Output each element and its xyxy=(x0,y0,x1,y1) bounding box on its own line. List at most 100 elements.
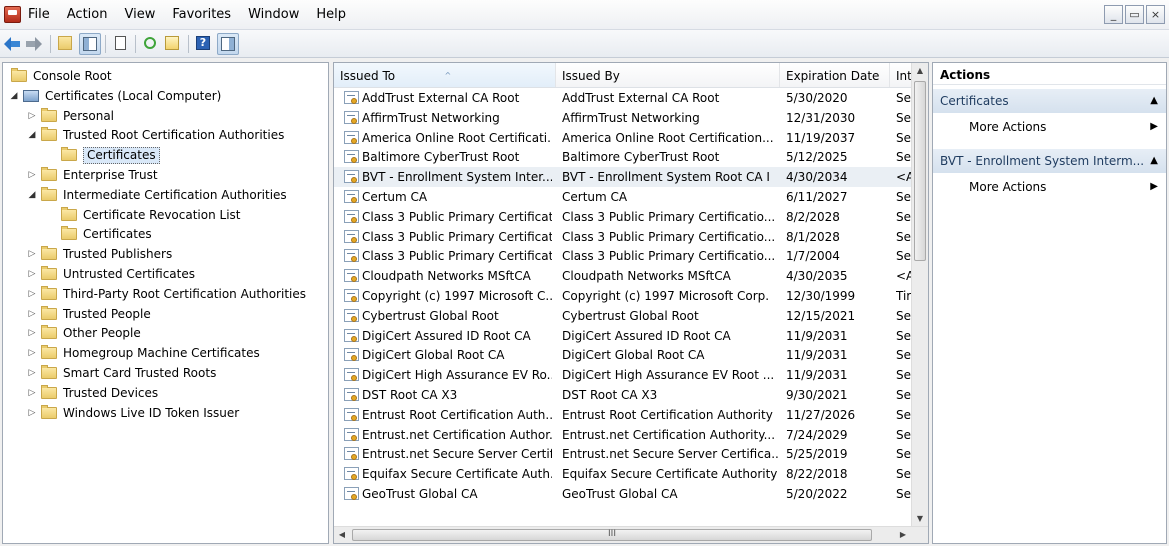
collapse-arrow-icon[interactable]: ▲ xyxy=(1150,89,1158,113)
table-row[interactable]: DigiCert High Assurance EV Ro... DigiCert… xyxy=(334,365,912,385)
export-list-button[interactable] xyxy=(162,33,184,55)
vertical-scrollbar[interactable]: ▲ ▼ xyxy=(911,63,928,527)
tree-node[interactable]: ▷ Third-Party Root Certification Authorit… xyxy=(3,285,328,304)
collapsed-arrow-icon[interactable]: ▷ xyxy=(27,384,37,403)
collapsed-arrow-icon[interactable]: ▷ xyxy=(27,285,37,304)
collapse-arrow-icon[interactable]: ▲ xyxy=(1150,149,1158,173)
collapsed-arrow-icon[interactable]: ▷ xyxy=(27,166,37,185)
table-row[interactable]: Baltimore CyberTrust Root Baltimore Cyber… xyxy=(334,147,912,167)
forward-button[interactable] xyxy=(26,33,48,55)
tree-node[interactable]: ▷ Windows Live ID Token Issuer xyxy=(3,404,328,423)
mmc-app-icon[interactable] xyxy=(4,6,21,23)
table-row[interactable]: DigiCert Assured ID Root CA DigiCert Assu… xyxy=(334,326,912,346)
more-actions-item[interactable]: More Actions ▶ xyxy=(933,115,1166,139)
tree-node-label: Certificates xyxy=(83,227,152,242)
horizontal-scrollbar[interactable]: ◀ III ▶ xyxy=(334,526,928,543)
table-row[interactable]: Cloudpath Networks MSftCA Cloudpath Netwo… xyxy=(334,266,912,286)
collapsed-arrow-icon[interactable]: ▷ xyxy=(27,344,37,363)
column-header-2[interactable]: Expiration Date xyxy=(780,63,890,87)
expanded-arrow-icon[interactable]: ◢ xyxy=(27,126,37,145)
table-row[interactable]: Certum CA Certum CA 6/11/2027 Se xyxy=(334,187,912,207)
restore-button[interactable]: ▭ xyxy=(1125,5,1144,24)
table-cell: BVT - Enrollment System Root CA I xyxy=(562,170,770,185)
menu-file[interactable]: File xyxy=(28,7,50,22)
tree-node[interactable]: ▷ Trusted Devices xyxy=(3,384,328,403)
horizontal-scroll-thumb[interactable]: III xyxy=(352,529,872,541)
tree-node[interactable]: ▷ Smart Card Trusted Roots xyxy=(3,364,328,383)
tree-node[interactable]: ▷ Enterprise Trust xyxy=(3,166,328,185)
help-button[interactable]: ? xyxy=(193,33,215,55)
table-cell: Baltimore CyberTrust Root xyxy=(562,150,720,165)
menu-help[interactable]: Help xyxy=(316,7,346,22)
minimize-button[interactable]: _ xyxy=(1104,5,1123,24)
collapsed-arrow-icon[interactable]: ▷ xyxy=(27,265,37,284)
certificate-icon xyxy=(344,348,359,362)
tree-node[interactable]: ◢ Intermediate Certification Authorities xyxy=(3,186,328,205)
expanded-arrow-icon[interactable]: ◢ xyxy=(27,186,37,205)
actions-section-header[interactable]: BVT - Enrollment System Interm... ▲ xyxy=(933,149,1166,173)
table-row[interactable]: BVT - Enrollment System Inter... BVT - En… xyxy=(334,167,912,188)
tree-node-label: Untrusted Certificates xyxy=(63,267,195,281)
tree-node[interactable]: Certificates xyxy=(3,225,328,244)
table-row[interactable]: Entrust Root Certification Auth... Entrus… xyxy=(334,405,912,425)
collapsed-arrow-icon[interactable]: ▷ xyxy=(27,364,37,383)
table-row[interactable]: AddTrust External CA Root AddTrust Extern… xyxy=(334,88,912,108)
table-row[interactable]: Class 3 Public Primary Certificat... Clas… xyxy=(334,227,912,247)
computer-icon xyxy=(23,89,39,102)
tree-node[interactable]: ▷ Homegroup Machine Certificates xyxy=(3,344,328,363)
collapsed-arrow-icon[interactable]: ▷ xyxy=(27,404,37,423)
column-header-1[interactable]: Issued By xyxy=(556,63,780,87)
tree-node[interactable]: Console Root xyxy=(3,67,328,86)
tree-node[interactable]: ◢ Trusted Root Certification Authorities xyxy=(3,126,328,145)
table-row[interactable]: AffirmTrust Networking AffirmTrust Networ… xyxy=(334,108,912,128)
table-row[interactable]: DigiCert Global Root CA DigiCert Global R… xyxy=(334,345,912,365)
refresh-button[interactable] xyxy=(140,33,162,55)
folder-icon xyxy=(41,186,57,201)
collapsed-arrow-icon[interactable]: ▷ xyxy=(27,305,37,324)
show-hide-action-pane-button[interactable] xyxy=(217,33,239,55)
certificate-icon xyxy=(344,427,359,441)
table-row[interactable]: GeoTrust Global CA GeoTrust Global CA 5/20… xyxy=(334,484,912,504)
table-row[interactable]: Entrust.net Certification Author... Entru… xyxy=(334,425,912,445)
scroll-up-arrow-icon[interactable]: ▲ xyxy=(912,63,928,79)
table-cell: 12/30/1999 xyxy=(786,289,856,303)
more-actions-item[interactable]: More Actions ▶ xyxy=(933,175,1166,199)
column-header-label: Expiration Date xyxy=(786,69,880,83)
tree-node[interactable]: ▷ Trusted Publishers xyxy=(3,245,328,264)
table-row[interactable]: America Online Root Certificati... Americ… xyxy=(334,128,912,148)
tree-node[interactable]: ▷ Personal xyxy=(3,107,328,126)
collapsed-arrow-icon[interactable]: ▷ xyxy=(27,245,37,264)
vertical-scroll-thumb[interactable] xyxy=(914,81,926,261)
scroll-down-arrow-icon[interactable]: ▼ xyxy=(912,511,928,527)
table-row[interactable]: Cybertrust Global Root Cybertrust Global … xyxy=(334,306,912,326)
table-row[interactable]: Copyright (c) 1997 Microsoft C... Copyrig… xyxy=(334,286,912,306)
table-row[interactable]: DST Root CA X3 DST Root CA X3 9/30/2021 Se xyxy=(334,385,912,405)
close-button[interactable]: × xyxy=(1146,5,1165,24)
tree-node[interactable]: ▷ Trusted People xyxy=(3,305,328,324)
table-row[interactable]: Class 3 Public Primary Certificat... Clas… xyxy=(334,207,912,227)
table-row[interactable]: Equifax Secure Certificate Auth... Equifa… xyxy=(334,464,912,484)
menu-window[interactable]: Window xyxy=(248,7,299,22)
tree-node[interactable]: ◢ Certificates (Local Computer) xyxy=(3,87,328,106)
menu-view[interactable]: View xyxy=(124,7,155,22)
column-header-0[interactable]: Issued To ^ xyxy=(334,63,556,87)
collapsed-arrow-icon[interactable]: ▷ xyxy=(27,324,37,343)
properties-button[interactable] xyxy=(110,33,132,55)
up-one-level-button[interactable] xyxy=(55,33,77,55)
tree-node[interactable]: Certificate Revocation List xyxy=(3,206,328,225)
scroll-right-arrow-icon[interactable]: ▶ xyxy=(895,527,911,543)
table-row[interactable]: Entrust.net Secure Server Certifi... Entr… xyxy=(334,444,912,464)
tree-node[interactable]: ▷ Untrusted Certificates xyxy=(3,265,328,284)
collapsed-arrow-icon[interactable]: ▷ xyxy=(27,107,37,126)
expanded-arrow-icon[interactable]: ◢ xyxy=(9,87,19,106)
show-hide-console-tree-button[interactable] xyxy=(79,33,101,55)
tree-node[interactable]: ▷ Other People xyxy=(3,324,328,343)
table-row[interactable]: Class 3 Public Primary Certificat... Clas… xyxy=(334,246,912,266)
scroll-left-arrow-icon[interactable]: ◀ xyxy=(334,527,350,543)
window-controls: _ ▭ × xyxy=(1102,5,1165,24)
back-button[interactable] xyxy=(4,33,26,55)
tree-node[interactable]: Certificates xyxy=(3,146,328,165)
menu-action[interactable]: Action xyxy=(67,7,108,22)
actions-section-header[interactable]: Certificates ▲ xyxy=(933,89,1166,113)
menu-favorites[interactable]: Favorites xyxy=(172,7,231,22)
